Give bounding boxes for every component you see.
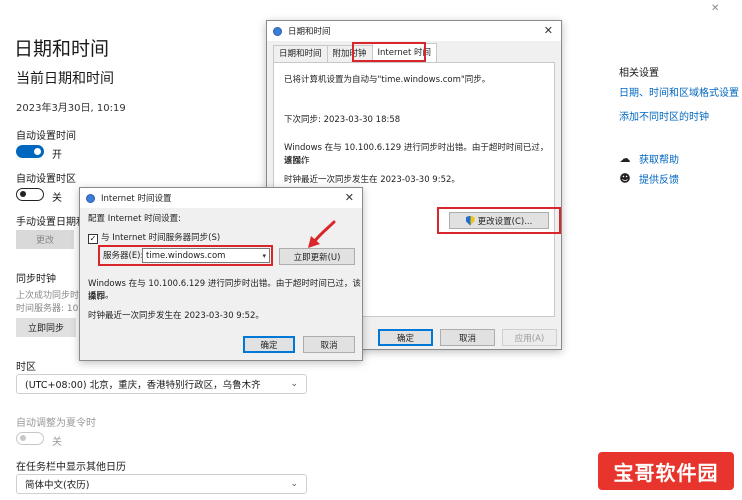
inet-dialog-title: Internet 时间设置: [101, 194, 172, 204]
current-datetime-value: 2023年3月30日, 10:19: [16, 103, 126, 114]
inet-error-text-1: Windows 在与 10.100.6.129 进行同步时出错。由于超时时间已过…: [88, 279, 361, 302]
clock-icon: [86, 193, 95, 203]
auto-zone-label: 自动设置时区: [16, 174, 76, 185]
tab-date-time[interactable]: 日期和时间: [273, 45, 328, 62]
red-arrow-icon: [308, 220, 336, 248]
ok-button[interactable]: 确定: [378, 329, 433, 346]
page-title: 日期和时间: [14, 38, 110, 60]
inet-cancel-button[interactable]: 取消: [303, 336, 355, 353]
auto-time-label: 自动设置时间: [16, 131, 76, 142]
timezone-value: (UTC+08:00) 北京，重庆，香港特别行政区，乌鲁木齐: [25, 380, 261, 391]
last-sync-text: 时钟最近一次同步发生在 2023-03-30 9:52。: [284, 175, 460, 185]
dst-state: 关: [52, 437, 62, 448]
watermark-logo: 宝哥软件园: [598, 452, 734, 490]
timezone-label: 时区: [16, 362, 36, 373]
sync-heading: 同步时钟: [16, 274, 56, 285]
error-text-2: 返回。: [284, 156, 310, 166]
get-help-label: 获取帮助: [639, 155, 679, 166]
time-server-text: 时间服务器: 10.: [16, 304, 82, 314]
close-icon[interactable]: ✕: [345, 191, 354, 204]
auto-time-state: 开: [52, 150, 62, 161]
next-sync-text: 下次同步: 2023-03-30 18:58: [284, 115, 401, 125]
calendar-dropdown[interactable]: 简体中文(农历) ⌄: [16, 474, 307, 494]
dialog-titlebar: 日期和时间 ✕: [267, 21, 561, 41]
calendar-value: 简体中文(农历): [25, 480, 90, 491]
feedback-link[interactable]: ☻ 提供反馈: [619, 171, 679, 186]
current-datetime-heading: 当前日期和时间: [16, 71, 114, 87]
sync-checkbox[interactable]: ✓: [88, 234, 98, 244]
calendar-label: 在任务栏中显示其他日历: [16, 462, 126, 473]
add-clocks-link[interactable]: 添加不同时区的时钟: [619, 108, 709, 123]
inet-ok-button[interactable]: 确定: [243, 336, 295, 353]
chevron-down-icon: ⌄: [290, 379, 298, 389]
feedback-label: 提供反馈: [639, 175, 679, 186]
inet-dialog-titlebar: Internet 时间设置 ✕: [80, 188, 362, 208]
chat-help-icon: ☁: [619, 152, 631, 165]
sync-checkbox-label: 与 Internet 时间服务器同步(S): [101, 233, 221, 243]
highlight-server-field: [98, 245, 273, 266]
internet-time-dialog: Internet 时间设置 ✕ 配置 Internet 时间设置: ✓ 与 In…: [79, 187, 363, 361]
manual-set-label: 手动设置日期和: [16, 217, 86, 228]
top-right-close-icon[interactable]: ✕: [711, 3, 719, 14]
last-sync-text: 上次成功同步时: [16, 291, 80, 301]
config-label: 配置 Internet 时间设置:: [88, 214, 182, 224]
inet-last-sync-text: 时钟最近一次同步发生在 2023-03-30 9:52。: [88, 311, 264, 321]
apply-button[interactable]: 应用(A): [502, 329, 557, 346]
change-button[interactable]: 更改: [16, 230, 74, 249]
inet-error-text-2: 返回。: [88, 291, 114, 301]
close-icon[interactable]: ✕: [544, 24, 553, 37]
related-settings-heading: 相关设置: [619, 68, 659, 79]
feedback-person-icon: ☻: [619, 172, 631, 185]
auto-time-toggle[interactable]: [16, 145, 44, 158]
clock-icon: [273, 26, 282, 36]
get-help-link[interactable]: ☁ 获取帮助: [619, 151, 680, 166]
auto-zone-state: 关: [52, 193, 62, 204]
auto-sync-text: 已将计算机设置为自动与"time.windows.com"同步。: [284, 75, 491, 85]
update-now-button[interactable]: 立即更新(U): [279, 248, 355, 265]
highlight-change-settings: [437, 207, 561, 234]
auto-zone-toggle[interactable]: [16, 188, 44, 201]
error-text-1: Windows 在与 10.100.6.129 进行同步时出错。由于超时时间已过…: [284, 143, 549, 166]
timezone-dropdown[interactable]: (UTC+08:00) 北京，重庆，香港特别行政区，乌鲁木齐 ⌄: [16, 374, 307, 394]
chevron-down-icon: ⌄: [290, 479, 298, 489]
region-format-link[interactable]: 日期、时间和区域格式设置: [619, 84, 739, 99]
dst-toggle[interactable]: [16, 432, 44, 445]
sync-now-button[interactable]: 立即同步: [16, 318, 76, 337]
cancel-button[interactable]: 取消: [440, 329, 495, 346]
dst-label: 自动调整为夏令时: [16, 418, 96, 429]
highlight-internet-tab: [352, 42, 426, 62]
dialog-title: 日期和时间: [288, 27, 331, 37]
